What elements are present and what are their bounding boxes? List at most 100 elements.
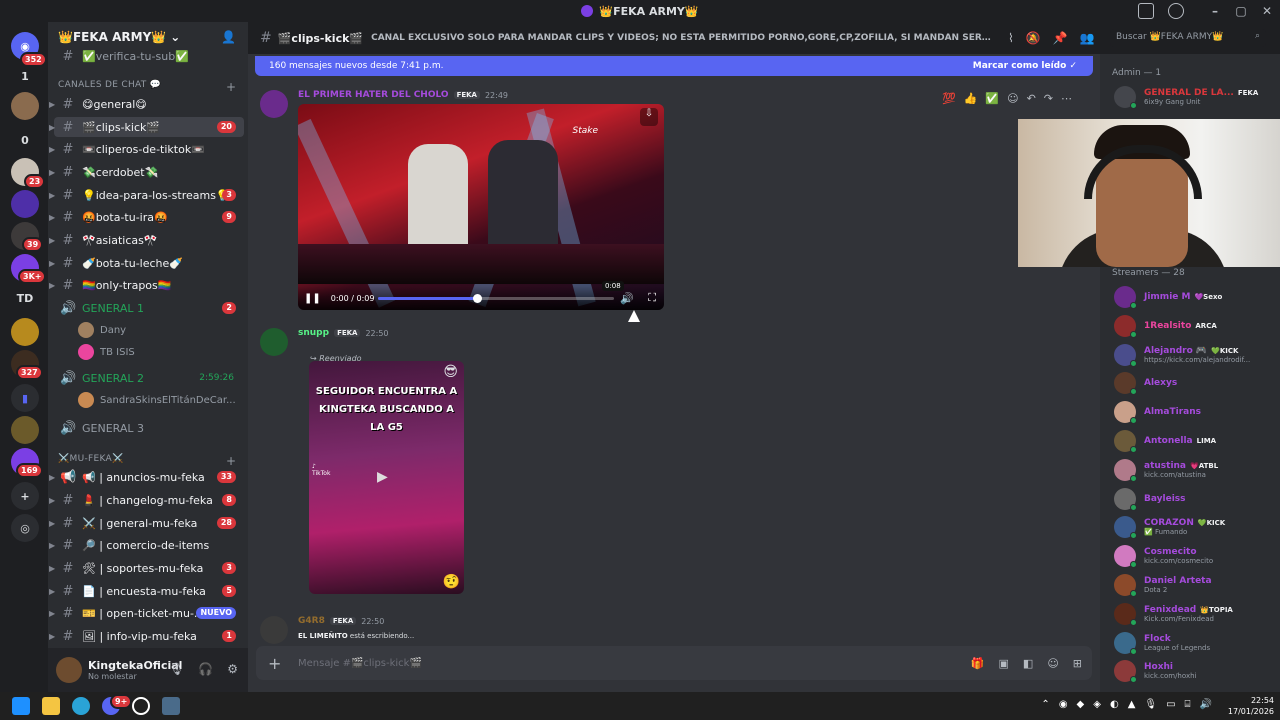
invite-icon[interactable]: 👤 (221, 30, 236, 44)
volume-icon[interactable]: 🔊 (620, 292, 634, 305)
member-item[interactable]: Hoxhi kick.com/hoxhi (1114, 660, 1280, 684)
new-messages-bar[interactable]: 160 mensajes nuevos desde 7:41 p.m. Marc… (255, 56, 1093, 76)
thumbs-up-icon[interactable]: 👍 (964, 92, 978, 105)
display-icon[interactable]: ▭ (1166, 699, 1175, 710)
add-channel-icon[interactable]: + (226, 454, 236, 468)
obs-icon[interactable] (132, 697, 150, 715)
channel-item[interactable]: ▶ # 🎫 | open-ticket-mu-... NUEVO (49, 603, 244, 623)
play-icon[interactable]: ▶ (377, 469, 388, 485)
server-icon[interactable] (11, 318, 39, 346)
member-item[interactable]: AlmaTirans (1114, 401, 1280, 425)
windows-start-icon[interactable] (12, 697, 30, 715)
apps-icon[interactable]: ⊞ (1073, 657, 1082, 670)
search-input[interactable]: Buscar 👑FEKA ARMY👑 ⌕ (1110, 29, 1266, 47)
avatar[interactable] (56, 657, 82, 683)
channel-item[interactable]: ▶ # 🖼 | info-vip-mu-feka 1 (49, 626, 244, 646)
member-item[interactable]: atustina 💗ATBL kick.com/atustina (1114, 458, 1280, 482)
system-clock[interactable]: 22:54 17/01/2026 (1228, 695, 1274, 717)
avatar[interactable] (260, 90, 288, 118)
member-item[interactable]: Alexys (1114, 372, 1280, 396)
message-author[interactable]: snupp (298, 328, 329, 338)
channel-item[interactable]: ▶ # 💄 | changelog-mu-feka 8 (49, 490, 244, 510)
notification-bell-icon[interactable]: 🔕 (1026, 31, 1041, 45)
close-button[interactable]: ✕ (1254, 0, 1280, 22)
speaker-icon[interactable]: 🔊 (1200, 699, 1212, 710)
member-item[interactable]: Flock League of Legends (1114, 631, 1280, 655)
add-attachment-icon[interactable]: + (268, 654, 281, 673)
message-input[interactable]: + Mensaje #🎬clips-kick🎬 🎁 ▣ ◧ ☺ ⊞ (256, 646, 1092, 680)
tiktok-video-embed[interactable]: SEGUIDOR ENCUENTRA A KINGTEKA BUSCANDO A… (309, 361, 464, 594)
channel-item[interactable]: # ✅verifica-tu-sub✅ (54, 46, 244, 66)
add-reaction-icon[interactable]: ☺ (1007, 92, 1018, 105)
mark-as-read-button[interactable]: Marcar como leído ✓ (973, 61, 1077, 71)
channel-item[interactable]: ▶ # 📄 | encuesta-mu-feka 5 (49, 581, 244, 601)
minimize-button[interactable]: – (1202, 0, 1228, 22)
file-explorer-icon[interactable] (42, 697, 60, 715)
member-item[interactable]: Jimmie M 💜Sexo (1114, 286, 1280, 309)
voice-channel[interactable]: 🔊 GENERAL 2 2:59:26 (54, 368, 244, 388)
channel-item[interactable]: ▶ # 🤬bota-tu-ira🤬 9 (49, 207, 244, 227)
voice-channel[interactable]: 🔊 GENERAL 12 (54, 298, 244, 318)
gif-icon[interactable]: ▣ (999, 657, 1009, 670)
add-server-icon[interactable]: + (11, 482, 39, 510)
tray-app-icon[interactable]: ▲ (1128, 699, 1136, 710)
headphones-icon[interactable]: 🎧 (198, 662, 213, 676)
video-progress-knob[interactable] (473, 294, 483, 303)
channel-topic[interactable]: CANAL EXCLUSIVO SOLO PARA MANDAR CLIPS Y… (371, 33, 991, 43)
channel-item[interactable]: ▶ # 💸cerdobet💸 (49, 162, 244, 182)
more-icon[interactable]: ⋯ (1061, 92, 1072, 105)
channel-item[interactable]: ▶ # ⚔️ | general-mu-feka 28 (49, 513, 244, 533)
category-header[interactable]: ⚔️MU-FEKA⚔️ + (58, 454, 236, 468)
maximize-button[interactable]: ▢ (1228, 0, 1254, 22)
message-author[interactable]: G4R8 (298, 616, 325, 626)
avatar[interactable] (260, 328, 288, 356)
server-icon[interactable] (11, 190, 39, 218)
member-item[interactable]: Fenixdead 👑TOPIA Kick.com/Fenixdead (1114, 602, 1280, 626)
server-icon[interactable]: 1 (11, 62, 39, 90)
add-channel-icon[interactable]: + (226, 80, 236, 94)
microphone-icon[interactable]: 🎙 (169, 662, 184, 676)
voice-channel[interactable]: 🔊 GENERAL 3 (54, 418, 244, 438)
channel-item[interactable]: ▶ # 😋general😋 (49, 94, 244, 114)
inbox-icon[interactable] (1138, 3, 1154, 19)
member-item[interactable]: 1Realsito ARCA (1114, 314, 1280, 338)
channel-item[interactable]: ▶ 📢 📢 | anuncios-mu-feka 33 (49, 467, 244, 487)
voice-user[interactable]: SandraSkinsElTitánDeCar... (78, 392, 236, 408)
forward-icon[interactable]: ↷ (1044, 92, 1053, 105)
server-icon[interactable] (11, 416, 39, 444)
channel-item[interactable]: ▶ # 🏳️‍🌈only-trapos🏳️‍🌈 (49, 275, 244, 295)
server-icon[interactable]: 0 (11, 126, 39, 154)
chevron-up-icon[interactable]: ⌃ (1041, 699, 1049, 710)
channel-item[interactable]: ▶ # 🎌asiaticas🎌 (49, 230, 244, 250)
network-icon[interactable]: ⌸ (1185, 699, 1191, 710)
tray-app-icon[interactable]: ◆ (1077, 699, 1085, 710)
emoji-icon[interactable]: ☺ (1047, 657, 1058, 670)
member-item[interactable]: Alejandro 🎮 💚KICK https://kick.com/alejand… (1114, 343, 1280, 367)
member-list-icon[interactable]: 👥 (1080, 31, 1095, 45)
reaction-icon[interactable]: 💯 (942, 92, 956, 105)
download-icon[interactable]: ⇩ (640, 108, 658, 126)
help-icon[interactable] (1168, 3, 1184, 19)
tray-app-icon[interactable]: ◉ (1059, 699, 1068, 710)
member-item[interactable]: CORAZON 💚KICK ✅ Fumando (1114, 516, 1280, 540)
tray-app-icon[interactable]: ◐ (1110, 699, 1119, 710)
edge-icon[interactable] (72, 697, 90, 715)
video-player[interactable]: Stake ⇩ ❚❚ 0:00 / 0:09 0:08 🔊 ⛶ (298, 104, 664, 310)
server-icon[interactable]: TD (11, 284, 39, 312)
folder-icon[interactable]: ▮ (11, 384, 39, 412)
voice-user[interactable]: TB ISIS (78, 344, 135, 360)
pin-icon[interactable]: 📌 (1053, 31, 1068, 45)
channel-item[interactable]: ▶ # 💡idea-para-los-streams💡 3 (49, 185, 244, 205)
pause-icon[interactable]: ❚❚ (304, 293, 321, 304)
category-header[interactable]: CANALES DE CHAT 💬 + (58, 80, 236, 94)
gift-icon[interactable]: 🎁 (971, 657, 985, 670)
channel-item[interactable]: ▶ # 🔎 | comercio-de-items (49, 535, 244, 555)
calculator-icon[interactable] (162, 697, 180, 715)
microphone-icon[interactable]: 🎙 (1144, 699, 1157, 710)
member-item[interactable]: Antonella LIMA (1114, 430, 1280, 453)
server-icon[interactable] (11, 92, 39, 120)
voice-user[interactable]: Dany (78, 322, 126, 338)
channel-item[interactable]: ▶ # 📼cliperos-de-tiktok📼 (49, 139, 244, 159)
channel-item[interactable]: ▶ # 🛠 | soportes-mu-feka 3 (49, 558, 244, 578)
message-author[interactable]: EL PRIMER HATER DEL CHOLO (298, 90, 449, 100)
